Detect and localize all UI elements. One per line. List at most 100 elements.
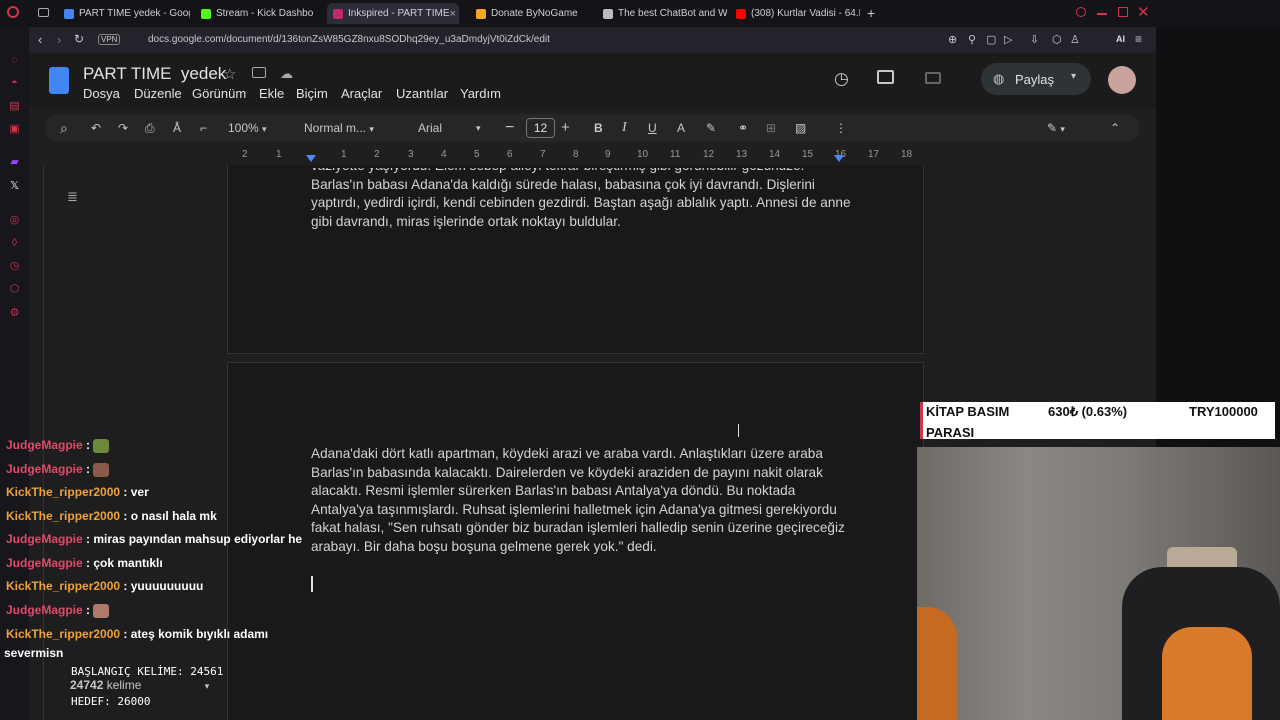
twitch-icon[interactable]: ▰	[8, 156, 21, 169]
browser-tab[interactable]: (308) Kurtlar Vadisi - 64.B	[730, 3, 860, 24]
menu-item[interactable]: Ekle	[259, 86, 284, 101]
chat-text: çok mantıklı	[93, 556, 163, 570]
avatar[interactable]	[1108, 66, 1136, 94]
sidebar-app-icon[interactable]: ◎	[8, 214, 21, 227]
url-field[interactable]: docs.google.com/document/d/136tonZsW85GZ…	[148, 34, 550, 45]
body-paragraph[interactable]: vaziyette yaşıyordu. Elem sebep aileyi t…	[311, 168, 851, 231]
font-select[interactable]: Arial ▾	[418, 114, 488, 142]
menu-item[interactable]: Yardım	[460, 86, 501, 101]
insert-link-icon[interactable]: ⚭	[738, 114, 748, 142]
cloud-status-icon[interactable]: ☁	[280, 66, 293, 82]
undo-icon[interactable]: ↶	[91, 114, 101, 142]
pin-icon[interactable]: ⚲	[968, 33, 976, 46]
chat-username[interactable]: JudgeMagpie	[6, 438, 83, 452]
zoom-icon[interactable]: ⊕	[948, 33, 957, 46]
increase-font-size-button[interactable]: +	[561, 114, 570, 142]
chat-username[interactable]: KickThe_ripper2000	[6, 627, 120, 641]
x-icon[interactable]: 𝕏	[8, 180, 21, 193]
share-button[interactable]: ◍ Paylaş ▾	[981, 63, 1091, 95]
opera-logo-icon[interactable]	[7, 6, 19, 18]
paint-format-icon[interactable]: ⌐	[200, 114, 207, 142]
hide-menus-icon[interactable]: ⌃	[1110, 114, 1120, 142]
new-tab-button[interactable]: +	[867, 5, 875, 21]
browser-tab[interactable]: PART TIME yedek - Goog	[58, 3, 190, 24]
chat-username[interactable]: JudgeMagpie	[6, 532, 83, 546]
left-indent-marker[interactable]	[306, 155, 316, 162]
menu-item[interactable]: Uzantılar	[396, 86, 448, 101]
add-comment-icon[interactable]: ⊞	[766, 114, 776, 142]
reload-icon[interactable]: ↻	[74, 32, 84, 46]
text-color-button[interactable]: A	[677, 114, 685, 142]
zoom-select[interactable]: 100% ▾	[228, 114, 267, 142]
browser-tab[interactable]: Inkspired - PART TIME ×	[327, 3, 459, 24]
comments-icon[interactable]	[877, 70, 894, 84]
menu-item[interactable]: Görünüm	[192, 86, 246, 101]
star-icon[interactable]: ☆	[223, 65, 236, 83]
tab-label: PART TIME yedek - Goog	[79, 8, 190, 19]
search-tabs-icon[interactable]	[1076, 7, 1086, 17]
sidebar-app-icon[interactable]: ▤	[8, 100, 21, 113]
chat-username[interactable]: KickThe_ripper2000	[6, 579, 120, 593]
menu-item[interactable]: Biçim	[296, 86, 328, 101]
minimize-button[interactable]	[1097, 13, 1107, 15]
word-count-badge[interactable]: 24742 kelime ▾	[70, 678, 209, 692]
chat-username[interactable]: JudgeMagpie	[6, 462, 83, 476]
browser-menu-icon[interactable]: ≡	[1135, 32, 1142, 46]
docs-logo-icon[interactable]	[49, 67, 69, 94]
chat-username[interactable]: JudgeMagpie	[6, 603, 83, 617]
editing-mode-icon[interactable]: ✎ ▾	[1047, 114, 1065, 142]
outline-icon[interactable]: ≣	[67, 189, 78, 205]
decrease-font-size-button[interactable]: −	[505, 114, 514, 142]
insert-image-icon[interactable]: ▨	[795, 114, 806, 142]
chat-username[interactable]: JudgeMagpie	[6, 556, 83, 570]
play-icon[interactable]: ▷	[1004, 33, 1012, 46]
sidebar-app-icon[interactable]: ⬠	[8, 283, 21, 296]
sidebar-app-icon[interactable]: ▣	[8, 123, 21, 136]
browser-tab[interactable]: The best ChatBot and Wi	[597, 3, 727, 24]
search-menus-icon[interactable]: ⌕	[60, 114, 68, 142]
close-window-button[interactable]: ✕	[1137, 3, 1150, 21]
chevron-down-icon[interactable]: ▾	[205, 681, 210, 691]
browser-tab[interactable]: Stream - Kick Dashbo	[195, 3, 322, 24]
maximize-button[interactable]	[1118, 7, 1128, 17]
font-size-input[interactable]: 12	[526, 118, 555, 138]
redo-icon[interactable]: ↷	[118, 114, 128, 142]
forward-icon[interactable]: ›	[57, 32, 61, 47]
body-paragraph[interactable]: Adana'daki dört katlı apartman, köydeki …	[311, 445, 851, 557]
style-select[interactable]: Normal m... ▾	[304, 114, 374, 142]
more-options-icon[interactable]: ⋮	[835, 114, 847, 142]
messenger-icon[interactable]: ◌	[8, 54, 21, 67]
highlight-icon[interactable]: ✎	[706, 114, 716, 142]
underline-button[interactable]: U	[648, 114, 657, 142]
chat-username[interactable]: KickThe_ripper2000	[6, 485, 120, 499]
right-indent-marker[interactable]	[834, 155, 844, 162]
chevron-down-icon[interactable]: ▾	[1071, 71, 1076, 82]
account-icon[interactable]: ♙	[1070, 33, 1080, 46]
download-icon[interactable]: ⇩	[1030, 33, 1039, 46]
move-folder-icon[interactable]	[252, 67, 266, 78]
menu-item[interactable]: Düzenle	[134, 86, 182, 101]
sidebar-app-icon[interactable]: ◊	[8, 237, 21, 250]
meet-icon[interactable]	[925, 72, 941, 84]
bold-button[interactable]: B	[594, 114, 603, 142]
horizontal-ruler[interactable]: 2 1 1 2 3 4 5 6 7 8 9 10 11 12 13 14 15 16 17 18	[235, 149, 925, 163]
spellcheck-icon[interactable]: Å	[173, 114, 181, 142]
menu-item[interactable]: Dosya	[83, 86, 120, 101]
back-icon[interactable]: ‹	[38, 32, 42, 47]
italic-button[interactable]: I	[622, 114, 627, 142]
close-tab-icon[interactable]: ×	[450, 8, 456, 20]
browser-tab[interactable]: Donate ByNoGame	[470, 3, 596, 24]
chat-username[interactable]: KickThe_ripper2000	[6, 509, 120, 523]
sidebar-app-icon[interactable]: ◓	[8, 77, 21, 90]
print-icon[interactable]: ⎙	[145, 114, 155, 142]
history-icon[interactable]: ◷	[8, 260, 21, 273]
snapshot-icon[interactable]: ▢	[986, 33, 996, 46]
settings-icon[interactable]: ⚙	[8, 307, 21, 320]
document-title[interactable]: PART TIME yedek	[83, 64, 226, 84]
vpn-badge[interactable]: VPN	[98, 34, 121, 45]
ai-button[interactable]: AI	[1116, 34, 1125, 44]
extensions-icon[interactable]: ⬡	[1052, 33, 1062, 46]
tab-overview-icon[interactable]	[38, 8, 49, 17]
menu-item[interactable]: Araçlar	[341, 86, 382, 101]
version-history-icon[interactable]: ◷	[834, 69, 849, 89]
